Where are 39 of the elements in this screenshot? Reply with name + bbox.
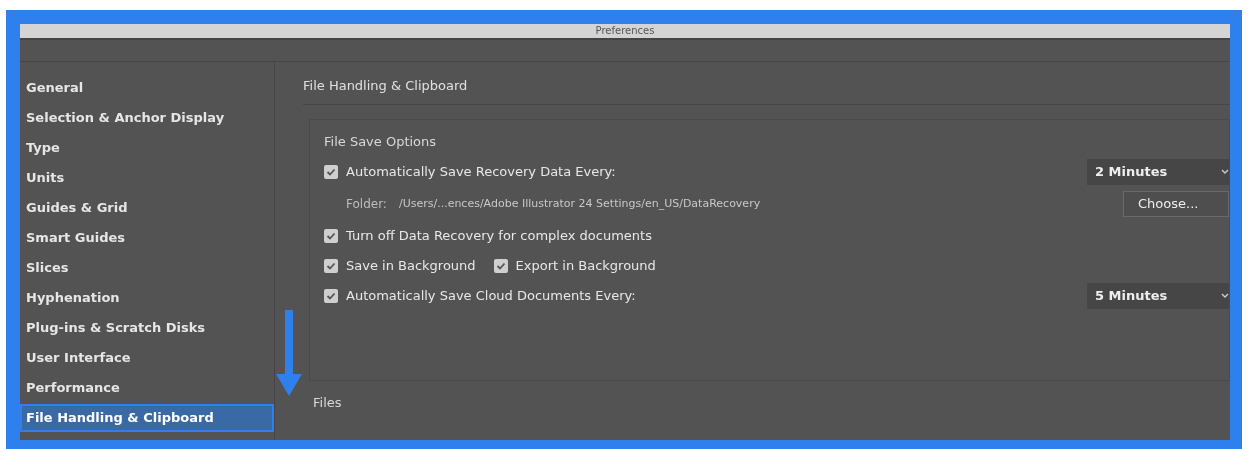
dropdown[interactable]: 5 Minutes <box>1087 283 1229 309</box>
sidebar-item[interactable]: Performance <box>20 374 274 402</box>
checkbox-label: Export in Background <box>515 257 656 276</box>
check-icon <box>326 231 336 241</box>
check-icon <box>326 291 336 301</box>
check-icon <box>495 261 506 271</box>
field-label: Folder: <box>346 196 387 213</box>
sidebar-item[interactable]: Units <box>20 164 274 192</box>
folder-path: /Users/...ences/Adobe Illustrator 24 Settings/en_US/DataRecovery <box>398 195 761 212</box>
window-title: Preferences <box>595 26 655 36</box>
checkbox[interactable] <box>324 165 338 179</box>
sidebar-item[interactable]: Selection & Anchor Display <box>20 104 274 132</box>
sidebar-item[interactable]: Slices <box>20 254 274 282</box>
checkbox-label: Automatically Save Recovery Data Every: <box>346 163 616 182</box>
chevron-down-icon <box>1221 169 1229 175</box>
check-icon <box>326 261 336 271</box>
checkbox[interactable] <box>493 259 508 273</box>
down-arrow-icon <box>276 310 302 396</box>
sidebar-item[interactable]: Smart Guides <box>20 224 274 252</box>
sidebar-item[interactable]: Type <box>20 134 274 162</box>
checkbox-label: Turn off Data Recovery for complex documents <box>346 227 652 246</box>
group-heading: File Save Options <box>324 132 438 151</box>
section-heading: File Handling & Clipboard <box>303 76 1230 105</box>
checkbox[interactable] <box>324 289 338 303</box>
sidebar-item[interactable]: User Interface <box>20 344 274 372</box>
section-heading: Files <box>313 393 343 412</box>
chevron-down-icon <box>1221 293 1229 299</box>
sidebar-item[interactable]: Hyphenation <box>20 284 274 312</box>
dropdown[interactable]: 2 Minutes <box>1087 159 1229 185</box>
sidebar-item[interactable]: Guides & Grid <box>20 194 274 222</box>
sidebar-item[interactable]: File Handling & Clipboard <box>20 404 274 432</box>
checkbox[interactable] <box>324 259 338 273</box>
sidebar-item[interactable]: Plug-ins & Scratch Disks <box>20 314 274 342</box>
choose-button[interactable]: Choose... <box>1123 191 1229 217</box>
check-icon <box>326 167 336 177</box>
sidebar-item[interactable]: General <box>20 74 274 102</box>
checkbox-label: Save in Background <box>346 257 476 276</box>
checkbox-label: Automatically Save Cloud Documents Every: <box>346 287 636 306</box>
checkbox[interactable] <box>324 229 338 243</box>
